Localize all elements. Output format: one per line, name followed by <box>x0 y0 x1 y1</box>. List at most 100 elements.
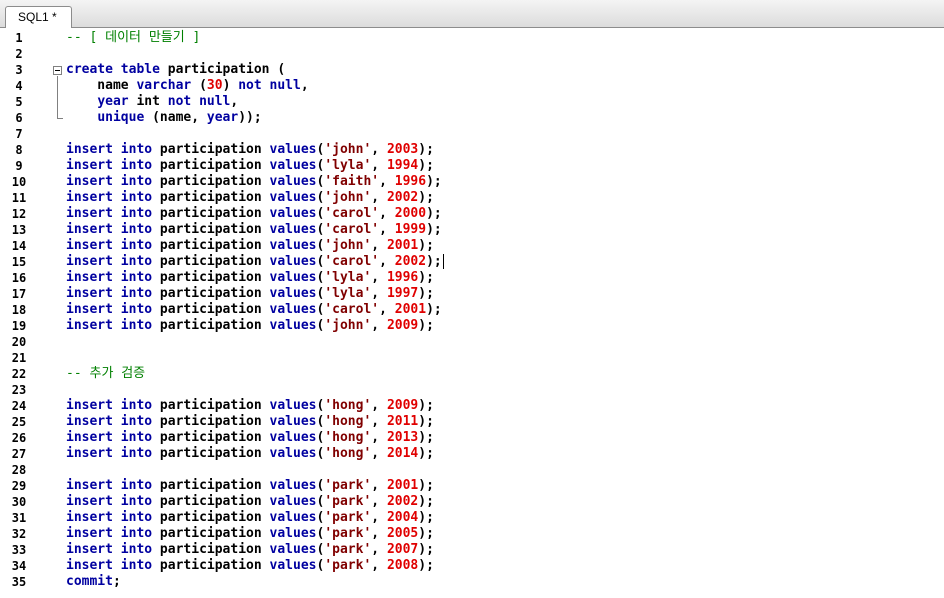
text-token: name <box>66 78 137 93</box>
code-line[interactable]: insert into participation values('park',… <box>66 526 434 542</box>
text-token: ); <box>426 174 442 189</box>
line-number: 27 <box>11 447 27 461</box>
code-line[interactable]: insert into participation values('carol'… <box>66 302 442 318</box>
code-line[interactable]: insert into participation values('park',… <box>66 510 434 526</box>
keyword-token: insert <box>66 430 113 445</box>
keyword-token: into <box>120 526 153 541</box>
collapse-minus-icon[interactable] <box>53 66 62 75</box>
line-number: 15 <box>11 255 27 269</box>
text-token: ); <box>418 414 434 429</box>
keyword-token: into <box>120 190 153 205</box>
line-number: 2 <box>15 47 23 61</box>
code-line[interactable]: insert into participation values('park',… <box>66 542 434 558</box>
string-token: 'hong' <box>324 398 372 413</box>
code-line[interactable]: insert into participation values('carol'… <box>66 206 442 222</box>
code-line[interactable]: insert into participation values('hong',… <box>66 430 434 446</box>
code-line[interactable]: insert into participation values('hong',… <box>66 414 434 430</box>
keyword-token: values <box>269 206 317 221</box>
number-token: 2000 <box>394 206 427 221</box>
line-number: 20 <box>11 335 27 349</box>
code-line[interactable]: insert into participation values('lyla',… <box>66 286 434 302</box>
keyword-token: values <box>269 286 317 301</box>
text-token: participation <box>152 494 270 509</box>
text-token: participation <box>152 174 270 189</box>
code-line[interactable]: insert into participation values('hong',… <box>66 398 434 414</box>
line-number: 4 <box>15 79 23 93</box>
keyword-token: values <box>269 510 317 525</box>
number-token: 2001 <box>386 238 419 253</box>
keyword-token: insert <box>66 174 113 189</box>
code-line[interactable]: insert into participation values('carol'… <box>66 222 442 238</box>
text-token: ) <box>222 78 239 93</box>
code-line[interactable]: insert into participation values('john',… <box>66 318 434 334</box>
line-number: 14 <box>11 239 27 253</box>
line-number: 18 <box>11 303 27 317</box>
keyword-token: table <box>120 62 160 77</box>
code-line[interactable]: commit; <box>66 574 121 590</box>
string-token: 'faith' <box>324 174 380 189</box>
code-line[interactable]: insert into participation values('faith'… <box>66 174 442 190</box>
code-line[interactable]: insert into participation values('john',… <box>66 142 434 158</box>
keyword-token: values <box>269 222 317 237</box>
text-token: ); <box>418 270 434 285</box>
sql-editor[interactable]: -- [ 데이터 만들기 ] create table participation… <box>66 28 944 598</box>
text-token: participation <box>152 190 270 205</box>
keyword-token: values <box>269 446 317 461</box>
code-line[interactable]: unique (name, year)); <box>66 110 261 126</box>
text-token: ); <box>426 206 442 221</box>
keyword-token: insert <box>66 510 113 525</box>
text-token: participation <box>152 510 270 525</box>
text-token: , <box>371 318 387 333</box>
code-line[interactable]: insert into participation values('lyla',… <box>66 270 434 286</box>
code-line[interactable]: year int not null, <box>66 94 238 110</box>
line-number: 11 <box>11 191 27 205</box>
string-token: 'lyla' <box>324 158 372 173</box>
keyword-token: insert <box>66 318 113 333</box>
code-line[interactable]: insert into participation values('carol'… <box>66 254 442 270</box>
keyword-token: values <box>269 254 317 269</box>
keyword-token: not <box>167 94 192 109</box>
string-token: 'carol' <box>324 302 380 317</box>
code-line[interactable]: insert into participation values('park',… <box>66 478 434 494</box>
code-line[interactable]: insert into participation values('lyla',… <box>66 158 434 174</box>
text-caret <box>443 254 444 269</box>
number-token: 2001 <box>394 302 427 317</box>
line-number: 31 <box>11 511 27 525</box>
string-token: 'hong' <box>324 414 372 429</box>
code-line[interactable]: insert into participation values('park',… <box>66 558 434 574</box>
code-line[interactable]: insert into participation values('john',… <box>66 190 434 206</box>
code-line[interactable]: insert into participation values('john',… <box>66 238 434 254</box>
keyword-token: values <box>269 190 317 205</box>
keyword-token: insert <box>66 254 113 269</box>
line-number: 35 <box>11 575 27 589</box>
text-token: , <box>371 270 387 285</box>
code-line[interactable]: -- 추가 검증 <box>66 366 145 382</box>
code-line[interactable]: insert into participation values('hong',… <box>66 446 434 462</box>
text-token: participation ( <box>159 62 286 77</box>
number-token: 2003 <box>386 142 419 157</box>
keyword-token: unique <box>97 110 145 125</box>
text-token: ); <box>418 158 434 173</box>
text-token: participation <box>152 206 270 221</box>
text-token: ); <box>418 478 434 493</box>
keyword-token: insert <box>66 270 113 285</box>
code-line[interactable]: create table participation ( <box>66 62 285 78</box>
number-token: 1994 <box>386 158 419 173</box>
line-number: 30 <box>11 495 27 509</box>
code-line[interactable]: -- [ 데이터 만들기 ] <box>66 30 200 46</box>
keyword-token: into <box>120 302 153 317</box>
string-token: 'john' <box>324 238 372 253</box>
code-line[interactable]: name varchar (30) not null, <box>66 78 308 94</box>
code-line[interactable]: insert into participation values('park',… <box>66 494 434 510</box>
keyword-token: insert <box>66 494 113 509</box>
keyword-token: into <box>120 510 153 525</box>
text-token: ; <box>112 574 121 589</box>
string-token: 'john' <box>324 318 372 333</box>
keyword-token: values <box>269 430 317 445</box>
tab-sql1[interactable]: SQL1 * <box>5 6 72 28</box>
line-number: 13 <box>11 223 27 237</box>
